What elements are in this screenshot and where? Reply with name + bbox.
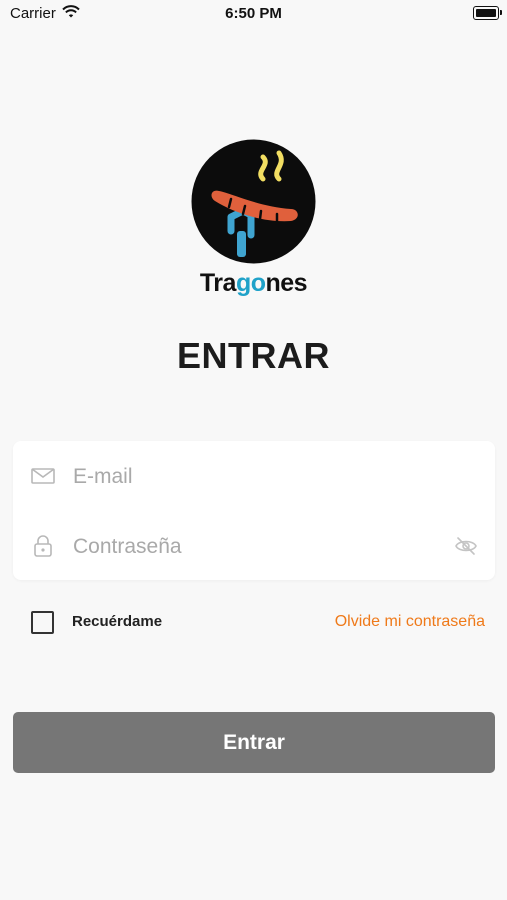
remember-checkbox[interactable]: [31, 611, 54, 634]
brand-suffix: nes: [265, 269, 308, 297]
status-time: 6:50 PM: [225, 5, 282, 22]
login-card: [13, 441, 495, 580]
brand-highlight: go: [235, 269, 266, 297]
sausage-fork-logo: [191, 139, 316, 264]
brand-prefix: Tra: [199, 269, 237, 297]
lock-icon: [34, 535, 52, 557]
email-field[interactable]: [71, 455, 445, 499]
remember-label: Recuérdame: [72, 613, 163, 630]
password-field[interactable]: [71, 525, 445, 569]
login-button[interactable]: Entrar: [13, 712, 495, 773]
email-row: [13, 441, 495, 511]
mail-icon: [31, 468, 55, 484]
brand-name: Tragones: [0, 269, 507, 298]
status-bar: Carrier 6:50 PM: [0, 0, 507, 30]
eye-off-icon[interactable]: [455, 535, 477, 557]
forgot-password-link[interactable]: Olvide mi contraseña: [335, 613, 485, 631]
password-row: [13, 511, 495, 581]
battery-icon: [473, 6, 502, 20]
page-title: ENTRAR: [177, 335, 330, 376]
